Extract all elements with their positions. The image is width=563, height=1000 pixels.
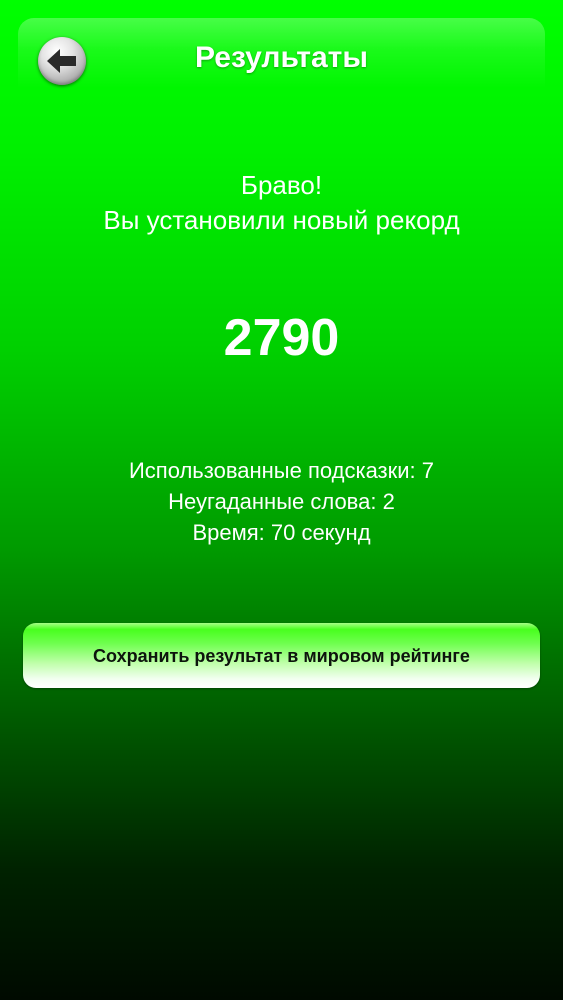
save-button-label: Сохранить результат в мировом рейтинге <box>93 646 470 666</box>
stat-unguessed-words: Неугаданные слова: 2 <box>168 489 395 514</box>
score-value: 2790 <box>223 309 340 367</box>
save-to-world-ranking-button[interactable]: Сохранить результат в мировом рейтинге <box>23 623 540 688</box>
message-line-bravo: Браво! <box>240 170 323 200</box>
page-title: Результаты <box>195 41 368 74</box>
stat-hints-used: Использованные подсказки: 7 <box>128 458 435 483</box>
stat-time: Время: 70 секунд <box>192 520 371 545</box>
record-message: Браво! Вы установили новый рекорд <box>0 168 563 238</box>
message-line-record: Вы установили новый рекорд <box>103 205 460 235</box>
stats-block: Использованные подсказки: 7 Неугаданные … <box>0 455 563 548</box>
